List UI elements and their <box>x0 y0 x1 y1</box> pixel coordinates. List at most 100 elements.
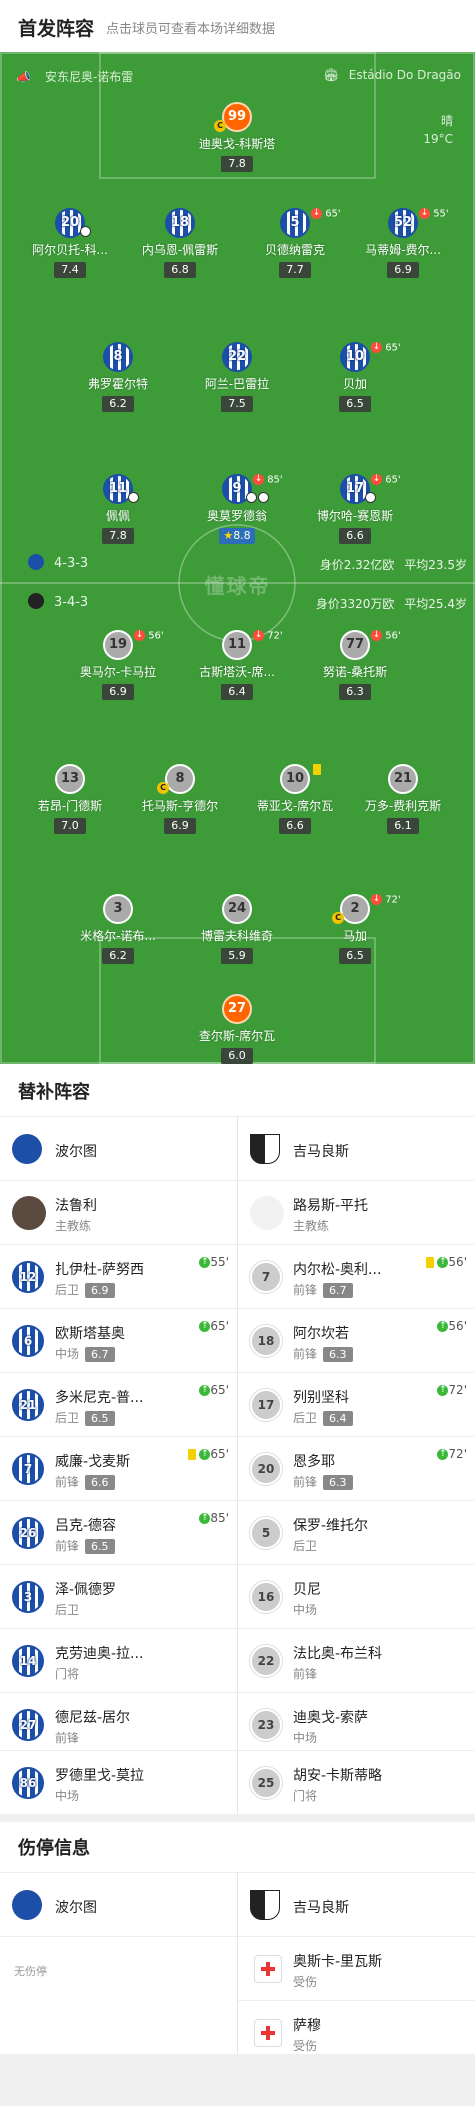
guimaraes-logo-icon <box>28 593 44 609</box>
sub-off-badge: ↓ 56' <box>134 630 164 642</box>
player-name: 米格尔-诺布... <box>80 929 156 943</box>
player-rating: 6.9 <box>387 262 419 278</box>
player-home[interactable]: 22 阿兰-巴雷拉 7.5 <box>187 342 287 412</box>
player-home[interactable]: 20 阿尔贝托-科... 7.4 <box>20 208 120 278</box>
sub-on-badge: ↑ 65' <box>188 1447 229 1461</box>
sub-player-away[interactable]: 20 恩多耶 前锋 6.3 ↑ 72' <box>238 1436 475 1500</box>
player-away[interactable]: 13 若昂-门德斯 7.0 <box>20 764 120 834</box>
sub-in-icon: ↑ <box>199 1449 211 1460</box>
sub-player-away[interactable]: 16 贝尼 中场 <box>238 1564 475 1628</box>
coach-role: 主教练 <box>55 1219 92 1233</box>
player-away[interactable]: 19 ↓ 56' 奥马尔-卡马拉 6.9 <box>68 630 168 700</box>
sub-player-home[interactable]: 12 扎伊杜-萨努西 后卫 6.9 ↑ 55' <box>0 1244 237 1308</box>
player-name: 阿兰-巴雷拉 <box>204 377 270 391</box>
page-subtitle: 点击球员可查看本场详细数据 <box>106 22 276 37</box>
player-rating: 6.5 <box>339 948 371 964</box>
player-home-gk[interactable]: 99 C 迪奥戈-科斯塔 7.8 <box>187 102 287 172</box>
player-home[interactable]: 18 内乌恩-佩雷斯 6.8 <box>130 208 230 278</box>
injured-player[interactable]: 萨穆 受伤 <box>238 2000 475 2064</box>
player-away[interactable]: 10 蒂亚戈-席尔瓦 6.6 <box>245 764 345 834</box>
player-home[interactable]: 8 弗罗霍尔特 6.2 <box>68 342 168 412</box>
sub-in-icon: ↑ <box>199 1513 211 1524</box>
sub-minute: 65' <box>325 208 341 220</box>
sub-minute: 72' <box>448 1383 467 1397</box>
player-away[interactable]: 8 C 托马斯-亨德尔 6.9 <box>130 764 230 834</box>
home-formation-text: 4-3-3 <box>54 556 89 571</box>
sub-player-away[interactable]: 23 迪奥戈-索萨 中场 <box>238 1692 475 1756</box>
player-home[interactable]: 10 ↓ 65' 贝加 6.5 <box>305 342 405 412</box>
player-number: 18 <box>250 1325 282 1357</box>
home-team-name: 波尔图 <box>55 1144 97 1160</box>
player-position: 中场 <box>293 1603 318 1617</box>
sub-player-home[interactable]: 3 泽-佩德罗 后卫 <box>0 1564 237 1628</box>
sub-out-icon: ↓ <box>253 474 264 485</box>
player-rating: 7.8 <box>102 528 134 544</box>
player-away[interactable]: 21 万多-费利克斯 6.1 <box>353 764 453 834</box>
player-home[interactable]: 17 ↓ 65' 博尔哈-赛恩斯 6.6 <box>305 474 405 544</box>
sub-player-home[interactable]: 21 多米尼克-普... 后卫 6.5 ↑ 65' <box>0 1372 237 1436</box>
player-position: 后卫 <box>293 1411 318 1425</box>
player-position: 后卫 <box>55 1411 80 1425</box>
sub-on-badge: ↑ 55' <box>199 1255 229 1269</box>
player-rating: 6.2 <box>102 396 134 412</box>
sub-out-icon: ↓ <box>371 474 382 485</box>
player-name: 博尔哈-赛恩斯 <box>316 509 394 523</box>
away-team-name: 吉马良斯 <box>293 1144 349 1160</box>
player-away[interactable]: 3 米格尔-诺布... 6.2 <box>68 894 168 964</box>
sub-player-away[interactable]: 17 列别坚科 后卫 6.4 ↑ 72' <box>238 1372 475 1436</box>
player-away[interactable]: 24 博雷夫科维奇 5.9 <box>187 894 287 964</box>
sub-player-away[interactable]: 22 法比奥-布兰科 前锋 <box>238 1628 475 1692</box>
player-away[interactable]: 11 ↓ 72' 古斯塔沃-席... 6.4 <box>187 630 287 700</box>
player-name: 托马斯-亨德尔 <box>141 799 219 813</box>
sub-player-away[interactable]: 25 胡安-卡斯蒂略 门将 <box>238 1750 475 1814</box>
player-rating: 6.9 <box>164 818 196 834</box>
player-home[interactable]: 5 ↓ 65' 贝德纳雷克 7.7 <box>245 208 345 278</box>
sub-minute: 56' <box>448 1255 467 1269</box>
player-name: 迪奥戈-科斯塔 <box>198 137 276 151</box>
no-injury: 无伤停 <box>0 1936 237 2054</box>
player-name: 查尔斯-席尔瓦 <box>198 1029 276 1043</box>
away-team-name: 吉马良斯 <box>293 1900 349 1916</box>
player-away[interactable]: 77 ↓ 56' 努诺-桑托斯 6.3 <box>305 630 405 700</box>
player-home-star[interactable]: 9 ↓ 85' 奥莫罗德翁 ★8.8 <box>187 474 287 544</box>
player-number: 10 <box>340 342 370 372</box>
player-position-rating: 后卫 6.9 <box>55 1281 115 1298</box>
player-rating: 7.0 <box>54 818 86 834</box>
sub-player-away[interactable]: 7 内尔松-奥利... 前锋 6.7 ↑ 56' <box>238 1244 475 1308</box>
player-name: 佩佩 <box>105 509 130 523</box>
player-rating: 6.3 <box>323 1347 353 1362</box>
sub-player-away[interactable]: 5 保罗-维托尔 后卫 <box>238 1500 475 1564</box>
player-name: 若昂-门德斯 <box>37 799 103 813</box>
injured-player[interactable]: 奥斯卡-里瓦斯 受伤 <box>238 1936 475 2000</box>
player-name: 奥莫罗德翁 <box>206 509 267 523</box>
sub-player-home[interactable]: 86 罗德里戈-莫拉 中场 <box>0 1750 237 1814</box>
player-rating: 8.8 <box>233 529 251 542</box>
team-row: 波尔图 <box>0 1872 237 1936</box>
player-rating: 6.2 <box>102 948 134 964</box>
sub-player-home[interactable]: 27 德尼兹-居尔 前锋 <box>0 1692 237 1756</box>
player-away-gk[interactable]: 27 查尔斯-席尔瓦 6.0 <box>187 994 287 1064</box>
sub-player-home[interactable]: 14 克劳迪奥-拉... 门将 <box>0 1628 237 1692</box>
header: 首发阵容 点击球员可查看本场详细数据 <box>0 0 475 52</box>
sub-on-badge: ↑ 85' <box>199 1511 229 1525</box>
player-position-rating: 前锋 6.5 <box>55 1537 115 1554</box>
player-name: 马蒂姆-费尔... <box>365 243 441 257</box>
player-number: 7 <box>12 1453 44 1485</box>
player-name: 蒂亚戈-席尔瓦 <box>256 799 334 813</box>
star-icon: ★ <box>223 529 234 542</box>
home-coach[interactable]: 法鲁利 主教练 <box>0 1180 237 1244</box>
player-away[interactable]: 2 C ↓ 72' 马加 6.5 <box>305 894 405 964</box>
away-coach[interactable]: 路易斯-平托 主教练 <box>238 1180 475 1244</box>
sub-player-away[interactable]: 18 阿尔坎若 前锋 6.3 ↑ 56' <box>238 1308 475 1372</box>
sub-player-home[interactable]: 7 威廉-戈麦斯 前锋 6.6 ↑ 65' <box>0 1436 237 1500</box>
player-name: 列别坚科 <box>293 1390 349 1406</box>
player-home[interactable]: 11 佩佩 7.8 <box>68 474 168 544</box>
player-home[interactable]: 52 ↓ 55' 马蒂姆-费尔... 6.9 <box>353 208 453 278</box>
sub-player-home[interactable]: 6 欧斯塔基奥 中场 6.7 ↑ 65' <box>0 1308 237 1372</box>
captain-badge: C <box>157 782 169 794</box>
player-number: 14 <box>12 1645 44 1677</box>
player-number: 3 <box>12 1581 44 1613</box>
sub-minute: 56' <box>148 630 164 642</box>
sub-player-home[interactable]: 26 吕克-德容 前锋 6.5 ↑ 85' <box>0 1500 237 1564</box>
player-position: 后卫 <box>55 1603 80 1617</box>
